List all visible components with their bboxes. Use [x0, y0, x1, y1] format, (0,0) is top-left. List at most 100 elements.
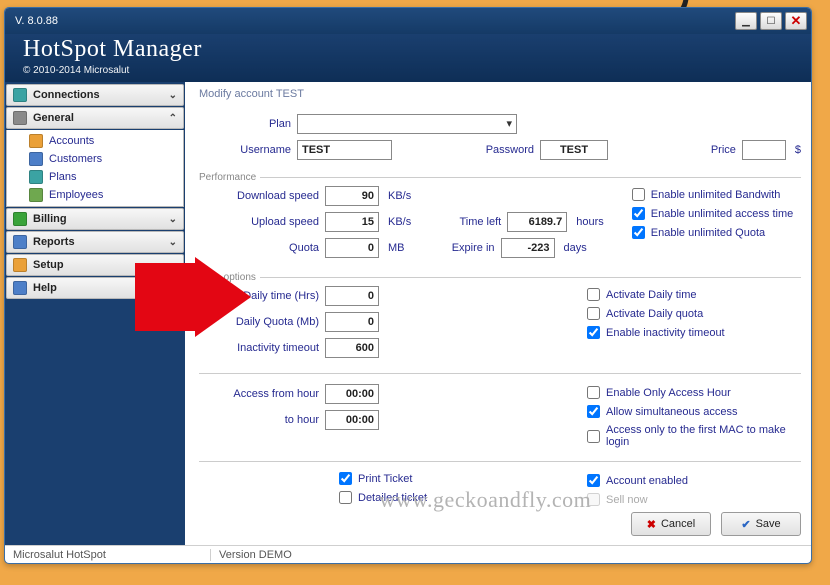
- cb-simul[interactable]: Allow simultaneous access: [587, 405, 801, 418]
- cb-enabled[interactable]: Account enabled: [587, 474, 801, 487]
- close-button[interactable]: ✕: [785, 12, 807, 30]
- sidebar-label: Reports: [33, 236, 75, 248]
- chevron-up-icon: ⌃: [169, 113, 177, 124]
- currency-label: $: [795, 144, 801, 156]
- expire-input[interactable]: [501, 238, 555, 258]
- setup-icon: [13, 258, 27, 272]
- employees-icon: [29, 188, 43, 202]
- price-input[interactable]: [742, 140, 786, 160]
- sidebar-head-connections[interactable]: Connections ⌄: [6, 84, 184, 106]
- cb-inactivity[interactable]: Enable inactivity timeout: [587, 326, 801, 339]
- cb-print[interactable]: Print Ticket: [339, 472, 559, 485]
- maximize-button[interactable]: ☐: [760, 12, 782, 30]
- cb-dailytime[interactable]: Activate Daily time: [587, 288, 801, 301]
- cancel-button[interactable]: ✖Cancel: [631, 512, 711, 536]
- cb-quota[interactable]: Enable unlimited Quota: [632, 226, 801, 239]
- general-icon: [13, 111, 27, 125]
- fromhour-input[interactable]: [325, 384, 379, 404]
- label-plan: Plan: [199, 118, 291, 130]
- cb-detailed[interactable]: Detailed ticket: [339, 491, 559, 504]
- label-tohour: to hour: [199, 414, 319, 426]
- cancel-icon: ✖: [647, 518, 656, 531]
- cb-maconly[interactable]: Access only to the first MAC to make log…: [587, 424, 801, 448]
- sidebar-head-reports[interactable]: Reports ⌄: [6, 231, 184, 253]
- save-button[interactable]: ✔Save: [721, 512, 801, 536]
- sidebar-label: Help: [33, 282, 57, 294]
- minimize-button[interactable]: ▁: [735, 12, 757, 30]
- billing-icon: [13, 212, 27, 226]
- label-upload: Upload speed: [199, 216, 319, 228]
- sidebar-head-general[interactable]: General ⌃: [6, 107, 184, 129]
- cb-onlyhours[interactable]: Enable Only Access Hour: [587, 386, 801, 399]
- unit-days: days: [564, 242, 587, 254]
- plans-icon: [29, 170, 43, 184]
- help-icon: [13, 281, 27, 295]
- chevron-down-icon: ⌄: [169, 90, 177, 101]
- tohour-input[interactable]: [325, 410, 379, 430]
- label-dailyquota: Daily Quota (Mb): [199, 316, 319, 328]
- inactivity-input[interactable]: [325, 338, 379, 358]
- sidebar-label: Setup: [33, 259, 64, 271]
- label-price: Price: [696, 144, 736, 156]
- cb-sell: Sell now: [587, 493, 801, 506]
- sidebar-item-plans[interactable]: Plans: [7, 168, 183, 186]
- sidebar-head-help[interactable]: Help: [6, 277, 184, 299]
- label-timeleft: Time left: [441, 216, 501, 228]
- cb-bandwidth[interactable]: Enable unlimited Bandwith: [632, 188, 801, 201]
- label-quota: Quota: [199, 242, 319, 254]
- sidebar-label: Connections: [33, 89, 100, 101]
- sidebar-items-general: Accounts Customers Plans Employees: [6, 130, 184, 207]
- status-right: Version DEMO: [210, 549, 300, 561]
- status-left: Microsalut HotSpot: [5, 549, 210, 561]
- copyright: © 2010-2014 Microsalut: [23, 65, 793, 76]
- username-input[interactable]: [297, 140, 392, 160]
- upload-input[interactable]: [325, 212, 379, 232]
- label-download: Download speed: [199, 190, 319, 202]
- customers-icon: [29, 152, 43, 166]
- unit-hours: hours: [576, 216, 604, 228]
- unit-mb: MB: [388, 242, 405, 254]
- breadcrumb: Modify account TEST: [199, 88, 801, 100]
- quota-input[interactable]: [325, 238, 379, 258]
- chevron-down-icon: ⌄: [169, 214, 177, 225]
- content-pane: Modify account TEST Plan Username Passwo…: [185, 82, 811, 545]
- titlebar: V. 8.0.88 ▁ ☐ ✕: [5, 8, 811, 34]
- dailyquota-input[interactable]: [325, 312, 379, 332]
- sidebar-label: General: [33, 112, 74, 124]
- label-expire: Expire in: [435, 242, 495, 254]
- banner: HotSpot Manager © 2010-2014 Microsalut: [5, 34, 811, 82]
- sidebar-label: Billing: [33, 213, 67, 225]
- unit-kbs: KB/s: [388, 190, 411, 202]
- sidebar-head-setup[interactable]: Setup ⌄: [6, 254, 184, 276]
- label-dailytime: Daily time (Hrs): [199, 290, 319, 302]
- status-bar: Microsalut HotSpot Version DEMO: [5, 545, 811, 563]
- label-fromhour: Access from hour: [199, 388, 319, 400]
- label-password: Password: [464, 144, 534, 156]
- label-inactivity: Inactivity timeout: [199, 342, 319, 354]
- accounts-icon: [29, 134, 43, 148]
- app-window: V. 8.0.88 ▁ ☐ ✕ HotSpot Manager © 2010-2…: [4, 7, 812, 564]
- sidebar: Connections ⌄ General ⌃ Accounts Custome…: [5, 82, 185, 545]
- cb-dailyquota[interactable]: Activate Daily quota: [587, 307, 801, 320]
- plan-select[interactable]: [297, 114, 517, 134]
- app-title: HotSpot Manager: [23, 36, 793, 63]
- unit-kbs: KB/s: [388, 216, 411, 228]
- chevron-down-icon: ⌄: [169, 237, 177, 248]
- chevron-down-icon: ⌄: [169, 260, 177, 271]
- cb-access-time[interactable]: Enable unlimited access time: [632, 207, 801, 220]
- dailytime-input[interactable]: [325, 286, 379, 306]
- password-input[interactable]: [540, 140, 608, 160]
- label-username: Username: [199, 144, 291, 156]
- sidebar-item-employees[interactable]: Employees: [7, 186, 183, 204]
- save-icon: ✔: [741, 518, 750, 531]
- legend-time: Time options: [199, 272, 260, 283]
- reports-icon: [13, 235, 27, 249]
- legend-performance: Performance: [199, 172, 260, 183]
- sidebar-head-billing[interactable]: Billing ⌄: [6, 208, 184, 230]
- title-version: V. 8.0.88: [15, 15, 735, 27]
- sidebar-item-customers[interactable]: Customers: [7, 150, 183, 168]
- timeleft-input[interactable]: [507, 212, 567, 232]
- download-input[interactable]: [325, 186, 379, 206]
- sidebar-item-accounts[interactable]: Accounts: [7, 132, 183, 150]
- connections-icon: [13, 88, 27, 102]
